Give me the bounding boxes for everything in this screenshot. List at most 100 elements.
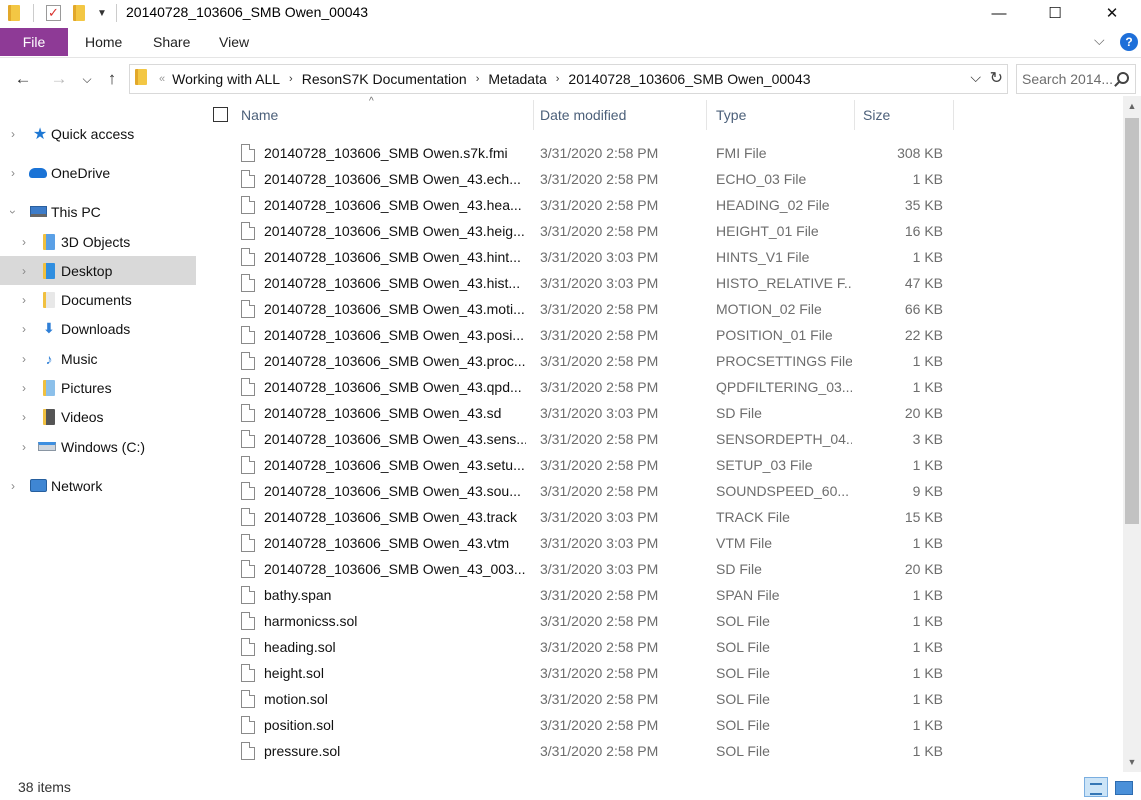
breadcrumb-current-folder[interactable]: 20140728_103606_SMB Owen_00043: [565, 71, 813, 87]
file-date-modified: 3/31/2020 2:58 PM: [540, 587, 659, 603]
sidebar-item-windows-c[interactable]: › Windows (C:): [0, 432, 196, 461]
chevron-right-icon[interactable]: ›: [7, 479, 19, 493]
column-header-size[interactable]: Size: [857, 96, 953, 134]
chevron-right-icon[interactable]: ›: [283, 73, 299, 85]
item-count: 38 items: [18, 779, 71, 795]
close-button[interactable]: ✕: [1089, 0, 1135, 26]
table-row[interactable]: 20140728_103606_SMB Owen_43.sou... 3/31/2…: [197, 478, 1123, 504]
tab-share[interactable]: Share: [153, 28, 190, 56]
breadcrumb-overflow[interactable]: «: [155, 73, 169, 85]
table-row[interactable]: bathy.span 3/31/2020 2:58 PM SPAN File 1 KB: [197, 582, 1123, 608]
table-row[interactable]: 20140728_103606_SMB Owen_43.sd 3/31/2020 …: [197, 400, 1123, 426]
forward-arrow-icon[interactable]: →: [48, 68, 70, 90]
file-date-modified: 3/31/2020 2:58 PM: [540, 691, 659, 707]
file-name: 20140728_103606_SMB Owen_43.heig...: [264, 223, 525, 239]
column-header-name[interactable]: Name: [235, 96, 533, 134]
sidebar-item-3d-objects[interactable]: › 3D Objects: [0, 227, 196, 256]
chevron-right-icon[interactable]: ›: [18, 322, 30, 336]
details-view-icon[interactable]: [1084, 777, 1108, 797]
scroll-up-arrow-icon[interactable]: ▲: [1123, 98, 1141, 114]
chevron-right-icon[interactable]: ›: [550, 73, 566, 85]
column-header-type[interactable]: Type: [710, 96, 854, 134]
back-arrow-icon[interactable]: ←: [12, 68, 34, 90]
search-input[interactable]: Search 2014...: [1016, 64, 1136, 94]
table-row[interactable]: 20140728_103606_SMB Owen_43.hea... 3/31/2…: [197, 192, 1123, 218]
table-row[interactable]: 20140728_103606_SMB Owen_43.posi... 3/31/…: [197, 322, 1123, 348]
chevron-right-icon[interactable]: ›: [18, 440, 30, 454]
chevron-right-icon[interactable]: ›: [18, 264, 30, 278]
chevron-right-icon[interactable]: ›: [18, 352, 30, 366]
breadcrumb-metadata[interactable]: Metadata: [485, 71, 549, 87]
table-row[interactable]: 20140728_103606_SMB Owen_43.hist... 3/31/…: [197, 270, 1123, 296]
select-all-checkbox[interactable]: [213, 107, 228, 122]
table-row[interactable]: motion.sol 3/31/2020 2:58 PM SOL File 1 KB: [197, 686, 1123, 712]
sidebar-item-onedrive[interactable]: › OneDrive: [0, 158, 196, 187]
table-row[interactable]: 20140728_103606_SMB Owen_43.track 3/31/20…: [197, 504, 1123, 530]
sidebar-item-music[interactable]: › ♪ Music: [0, 344, 196, 373]
table-row[interactable]: 20140728_103606_SMB Owen_43.sens... 3/31/…: [197, 426, 1123, 452]
chevron-right-icon[interactable]: ›: [7, 166, 19, 180]
table-row[interactable]: 20140728_103606_SMB Owen_43.moti... 3/31/…: [197, 296, 1123, 322]
address-history-chevron-icon[interactable]: ⌵: [970, 69, 981, 86]
maximize-button[interactable]: ☐: [1032, 0, 1078, 26]
recent-locations-chevron-icon[interactable]: ⌵: [79, 68, 95, 90]
chevron-down-icon[interactable]: ⌵: [1094, 32, 1110, 48]
table-row[interactable]: heading.sol 3/31/2020 2:58 PM SOL File 1 KB: [197, 634, 1123, 660]
table-row[interactable]: 20140728_103606_SMB Owen_43.ech... 3/31/2…: [197, 166, 1123, 192]
properties-check-icon[interactable]: ✓: [46, 4, 61, 22]
chevron-right-icon[interactable]: ›: [470, 73, 486, 85]
table-row[interactable]: 20140728_103606_SMB Owen_43_003.... 3/31/…: [197, 556, 1123, 582]
sidebar-item-this-pc[interactable]: › This PC: [0, 197, 196, 226]
table-row[interactable]: 20140728_103606_SMB Owen_43.heig... 3/31/…: [197, 218, 1123, 244]
chevron-right-icon[interactable]: ›: [18, 410, 30, 424]
table-row[interactable]: 20140728_103606_SMB Owen_43.qpd... 3/31/2…: [197, 374, 1123, 400]
file-type: SETUP_03 File: [716, 457, 813, 473]
large-icons-view-icon[interactable]: [1112, 777, 1134, 797]
chevron-right-icon[interactable]: ›: [7, 127, 19, 141]
sidebar-item-quick-access[interactable]: › ★ Quick access: [0, 119, 196, 148]
sidebar-item-videos[interactable]: › Videos: [0, 402, 196, 431]
file-icon: [241, 690, 255, 708]
chevron-right-icon[interactable]: ›: [18, 235, 30, 249]
file-date-modified: 3/31/2020 2:58 PM: [540, 613, 659, 629]
table-row[interactable]: 20140728_103606_SMB Owen_43.vtm 3/31/2020…: [197, 530, 1123, 556]
search-icon[interactable]: [1117, 72, 1129, 84]
breadcrumb-resons7k-documentation[interactable]: ResonS7K Documentation: [299, 71, 470, 87]
file-date-modified: 3/31/2020 3:03 PM: [540, 249, 659, 265]
address-bar[interactable]: « Working with ALL › ResonS7K Documentat…: [129, 64, 1008, 94]
sidebar-item-desktop[interactable]: › Desktop: [0, 256, 196, 285]
refresh-icon[interactable]: ↻: [990, 68, 1003, 88]
tab-file[interactable]: File: [0, 28, 68, 56]
file-icon: [241, 586, 255, 604]
file-name: 20140728_103606_SMB Owen_43.sd: [264, 405, 502, 421]
table-row[interactable]: harmonicss.sol 3/31/2020 2:58 PM SOL File 1…: [197, 608, 1123, 634]
chevron-down-icon[interactable]: ›: [6, 206, 20, 218]
breadcrumb-working-with-all[interactable]: Working with ALL: [169, 71, 283, 87]
new-folder-icon[interactable]: [73, 4, 85, 22]
up-arrow-icon[interactable]: ↑: [102, 68, 122, 90]
column-header-date[interactable]: Date modified: [534, 96, 706, 134]
vertical-scrollbar[interactable]: ▲ ▼: [1123, 96, 1141, 772]
tab-view[interactable]: View: [219, 28, 249, 56]
scroll-thumb[interactable]: [1125, 118, 1139, 524]
chevron-right-icon[interactable]: ›: [18, 381, 30, 395]
file-size: 1 KB: [912, 639, 943, 655]
minimize-button[interactable]: —: [976, 0, 1022, 26]
table-row[interactable]: 20140728_103606_SMB Owen_43.proc... 3/31/…: [197, 348, 1123, 374]
scroll-down-arrow-icon[interactable]: ▼: [1123, 754, 1141, 770]
customize-quick-access-icon[interactable]: ▼: [97, 4, 107, 22]
table-row[interactable]: 20140728_103606_SMB Owen.s7k.fmi 3/31/202…: [197, 140, 1123, 166]
table-row[interactable]: height.sol 3/31/2020 2:58 PM SOL File 1 KB: [197, 660, 1123, 686]
table-row[interactable]: position.sol 3/31/2020 2:58 PM SOL File 1 K…: [197, 712, 1123, 738]
table-row[interactable]: 20140728_103606_SMB Owen_43.setu... 3/31/…: [197, 452, 1123, 478]
sidebar-item-documents[interactable]: › Documents: [0, 285, 196, 314]
sidebar-item-downloads[interactable]: › ⬇ Downloads: [0, 314, 196, 343]
tab-home[interactable]: Home: [85, 28, 122, 56]
sidebar-item-pictures[interactable]: › Pictures: [0, 373, 196, 402]
help-icon[interactable]: ?: [1120, 33, 1138, 51]
file-size: 22 KB: [904, 327, 943, 343]
sidebar-item-network[interactable]: › Network: [0, 471, 196, 500]
table-row[interactable]: pressure.sol 3/31/2020 2:58 PM SOL File 1 K…: [197, 738, 1123, 764]
table-row[interactable]: 20140728_103606_SMB Owen_43.hint... 3/31/…: [197, 244, 1123, 270]
chevron-right-icon[interactable]: ›: [18, 293, 30, 307]
